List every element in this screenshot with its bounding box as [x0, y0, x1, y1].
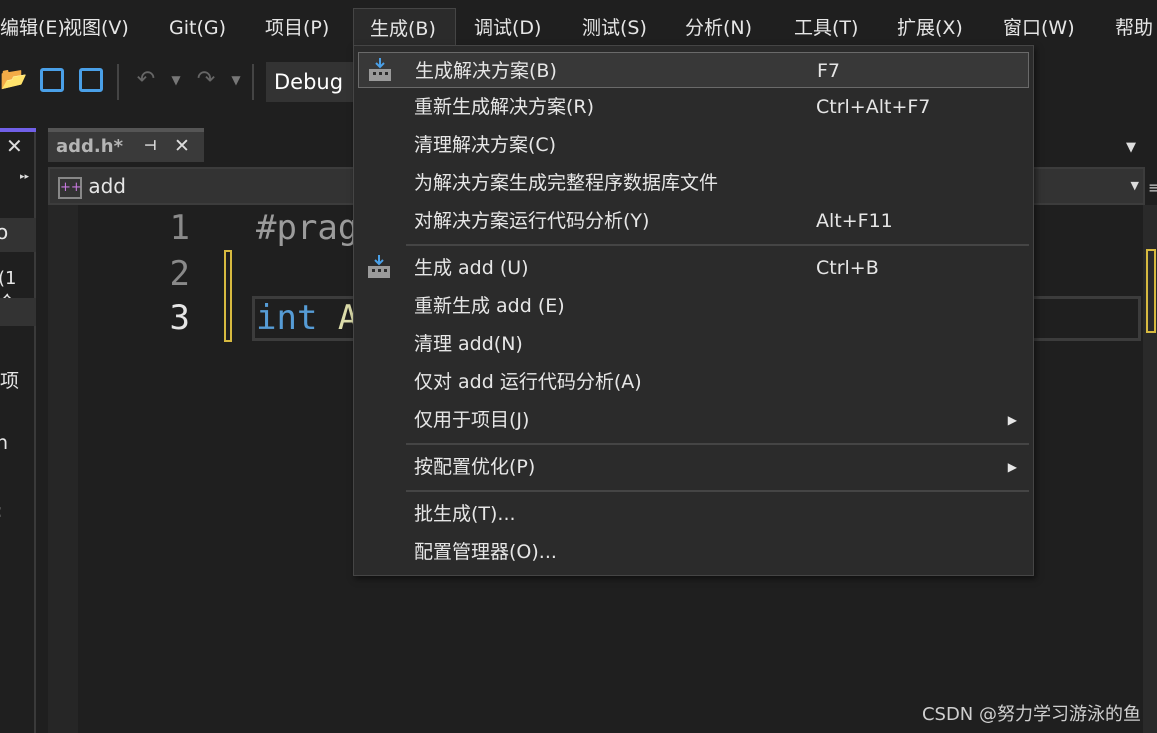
menu-item-label: 仅对 add 运行代码分析(A)	[414, 371, 642, 393]
configuration-select[interactable]: Debug	[266, 62, 366, 102]
menu-item-label: 生成解决方案(B)	[415, 60, 557, 82]
menu-item-label: 批生成(T)...	[414, 503, 516, 525]
menu-project[interactable]: 项目(P)	[249, 8, 345, 48]
menu-item[interactable]: 重新生成解决方案(R) Ctrl+Alt+F7	[358, 89, 1029, 125]
menu-item[interactable]: 生成解决方案(B) F7	[358, 52, 1029, 88]
menu-debug[interactable]: 调试(D)	[458, 8, 557, 48]
tree-item[interactable]: n	[0, 432, 8, 454]
keyword: int	[256, 298, 318, 338]
menu-item-shortcut: Ctrl+B	[816, 257, 879, 279]
menu-item[interactable]: 仅对 add 运行代码分析(A)	[358, 364, 1029, 400]
undo-dropdown-icon[interactable]: ▼	[162, 66, 190, 94]
vertical-scrollbar[interactable]	[1143, 205, 1157, 733]
menu-item-shortcut: Alt+F11	[816, 210, 893, 232]
build-icon	[369, 58, 391, 81]
menu-item[interactable]: 重新生成 add (E)	[358, 288, 1029, 324]
menu-view[interactable]: 视图(V)	[47, 8, 145, 48]
menu-separator	[406, 443, 1029, 445]
toolbar-separator	[252, 64, 254, 100]
menu-item[interactable]: 配置管理器(O)...	[358, 534, 1029, 570]
chevron-down-icon[interactable]: ▼	[1131, 179, 1139, 192]
menu-build[interactable]: 生成(B)	[353, 8, 456, 48]
menu-item-label: 重新生成解决方案(R)	[414, 96, 595, 118]
menu-item-label: 为解决方案生成完整程序数据库文件	[414, 172, 719, 194]
tree-item[interactable]: 项	[0, 366, 19, 393]
tab-label: add.h*	[56, 136, 123, 157]
scroll-change-marker	[1146, 249, 1156, 333]
close-icon[interactable]: ✕	[6, 134, 23, 158]
save-icon[interactable]	[40, 68, 64, 92]
line-number: 2	[169, 254, 190, 294]
menu-analyze[interactable]: 分析(N)	[669, 8, 768, 48]
redo-dropdown-icon[interactable]: ▼	[222, 66, 250, 94]
redo-icon[interactable]: ↷	[192, 66, 220, 94]
menu-item[interactable]: 仅用于项目(J) ▶	[358, 402, 1029, 438]
pin-icon[interactable]: ⊣	[144, 138, 157, 154]
undo-icon[interactable]: ↶	[132, 66, 160, 94]
menu-item[interactable]: 批生成(T)...	[358, 496, 1029, 532]
menu-item-label: 清理解决方案(C)	[414, 134, 557, 156]
menu-item[interactable]: 清理 add(N)	[358, 326, 1029, 362]
menu-item-label: 清理 add(N)	[414, 333, 523, 355]
menu-item[interactable]: 生成 add (U) Ctrl+B	[358, 250, 1029, 286]
open-folder-icon[interactable]: 📂	[0, 66, 28, 94]
code-line[interactable]: int A	[256, 298, 358, 338]
menu-extensions[interactable]: 扩展(X)	[881, 8, 979, 48]
solution-explorer-panel: ✕ ▸▸ o (1 个 项 n :	[0, 128, 36, 733]
code-line[interactable]: #prag	[256, 208, 358, 248]
submenu-arrow-icon: ▶	[1007, 413, 1017, 427]
menu-item-label: 生成 add (U)	[414, 257, 529, 279]
split-icon[interactable]: ≡	[1148, 178, 1157, 197]
tree-item[interactable]: :	[0, 500, 2, 522]
build-menu-dropdown: 生成解决方案(B) F7 重新生成解决方案(R) Ctrl+Alt+F7 清理解决方案(…	[353, 45, 1034, 576]
menu-item[interactable]: 按配置优化(P) ▶	[358, 449, 1029, 485]
submenu-arrow-icon: ▶	[1007, 460, 1017, 474]
menu-window[interactable]: 窗口(W)	[987, 8, 1091, 48]
menu-item-label: 仅用于项目(J)	[414, 409, 530, 431]
build-icon	[368, 255, 390, 278]
watermark: CSDN @努力学习游泳的鱼	[921, 704, 1141, 725]
menu-separator	[406, 244, 1029, 246]
search-box[interactable]: o	[0, 218, 36, 252]
glyph-margin	[48, 205, 78, 733]
menu-item-label: 对解决方案运行代码分析(Y)	[414, 210, 650, 232]
close-icon[interactable]: ✕	[174, 135, 190, 157]
scope-label: add	[88, 174, 127, 198]
line-number: 1	[169, 208, 190, 248]
menu-tools[interactable]: 工具(T)	[778, 8, 874, 48]
tab-add-h[interactable]: add.h* ⊣ ✕	[48, 128, 204, 162]
selected-row[interactable]	[0, 298, 36, 326]
tab-list-dropdown-icon[interactable]: ▼	[1126, 140, 1136, 155]
menu-item-label: 按配置优化(P)	[414, 456, 536, 478]
menu-item-label: 配置管理器(O)...	[414, 541, 557, 563]
line-number: 3	[169, 298, 190, 338]
toolbar-separator	[117, 64, 119, 100]
menu-item[interactable]: 清理解决方案(C)	[358, 127, 1029, 163]
menu-item-shortcut: F7	[817, 60, 841, 82]
menu-test[interactable]: 测试(S)	[566, 8, 663, 48]
panel-accent	[0, 128, 36, 132]
class-scope-icon: ++	[58, 176, 82, 199]
menu-item[interactable]: 对解决方案运行代码分析(Y) Alt+F11	[358, 203, 1029, 239]
menu-git[interactable]: Git(G)	[153, 8, 242, 48]
overflow-icon[interactable]: ▸▸	[20, 172, 29, 182]
menu-item[interactable]: 为解决方案生成完整程序数据库文件	[358, 165, 1029, 201]
menu-separator	[406, 490, 1029, 492]
menu-item-label: 重新生成 add (E)	[414, 295, 565, 317]
menu-help[interactable]: 帮助	[1099, 8, 1157, 48]
change-marker	[224, 250, 232, 342]
save-all-icon[interactable]	[79, 68, 103, 92]
menu-item-shortcut: Ctrl+Alt+F7	[816, 96, 931, 118]
